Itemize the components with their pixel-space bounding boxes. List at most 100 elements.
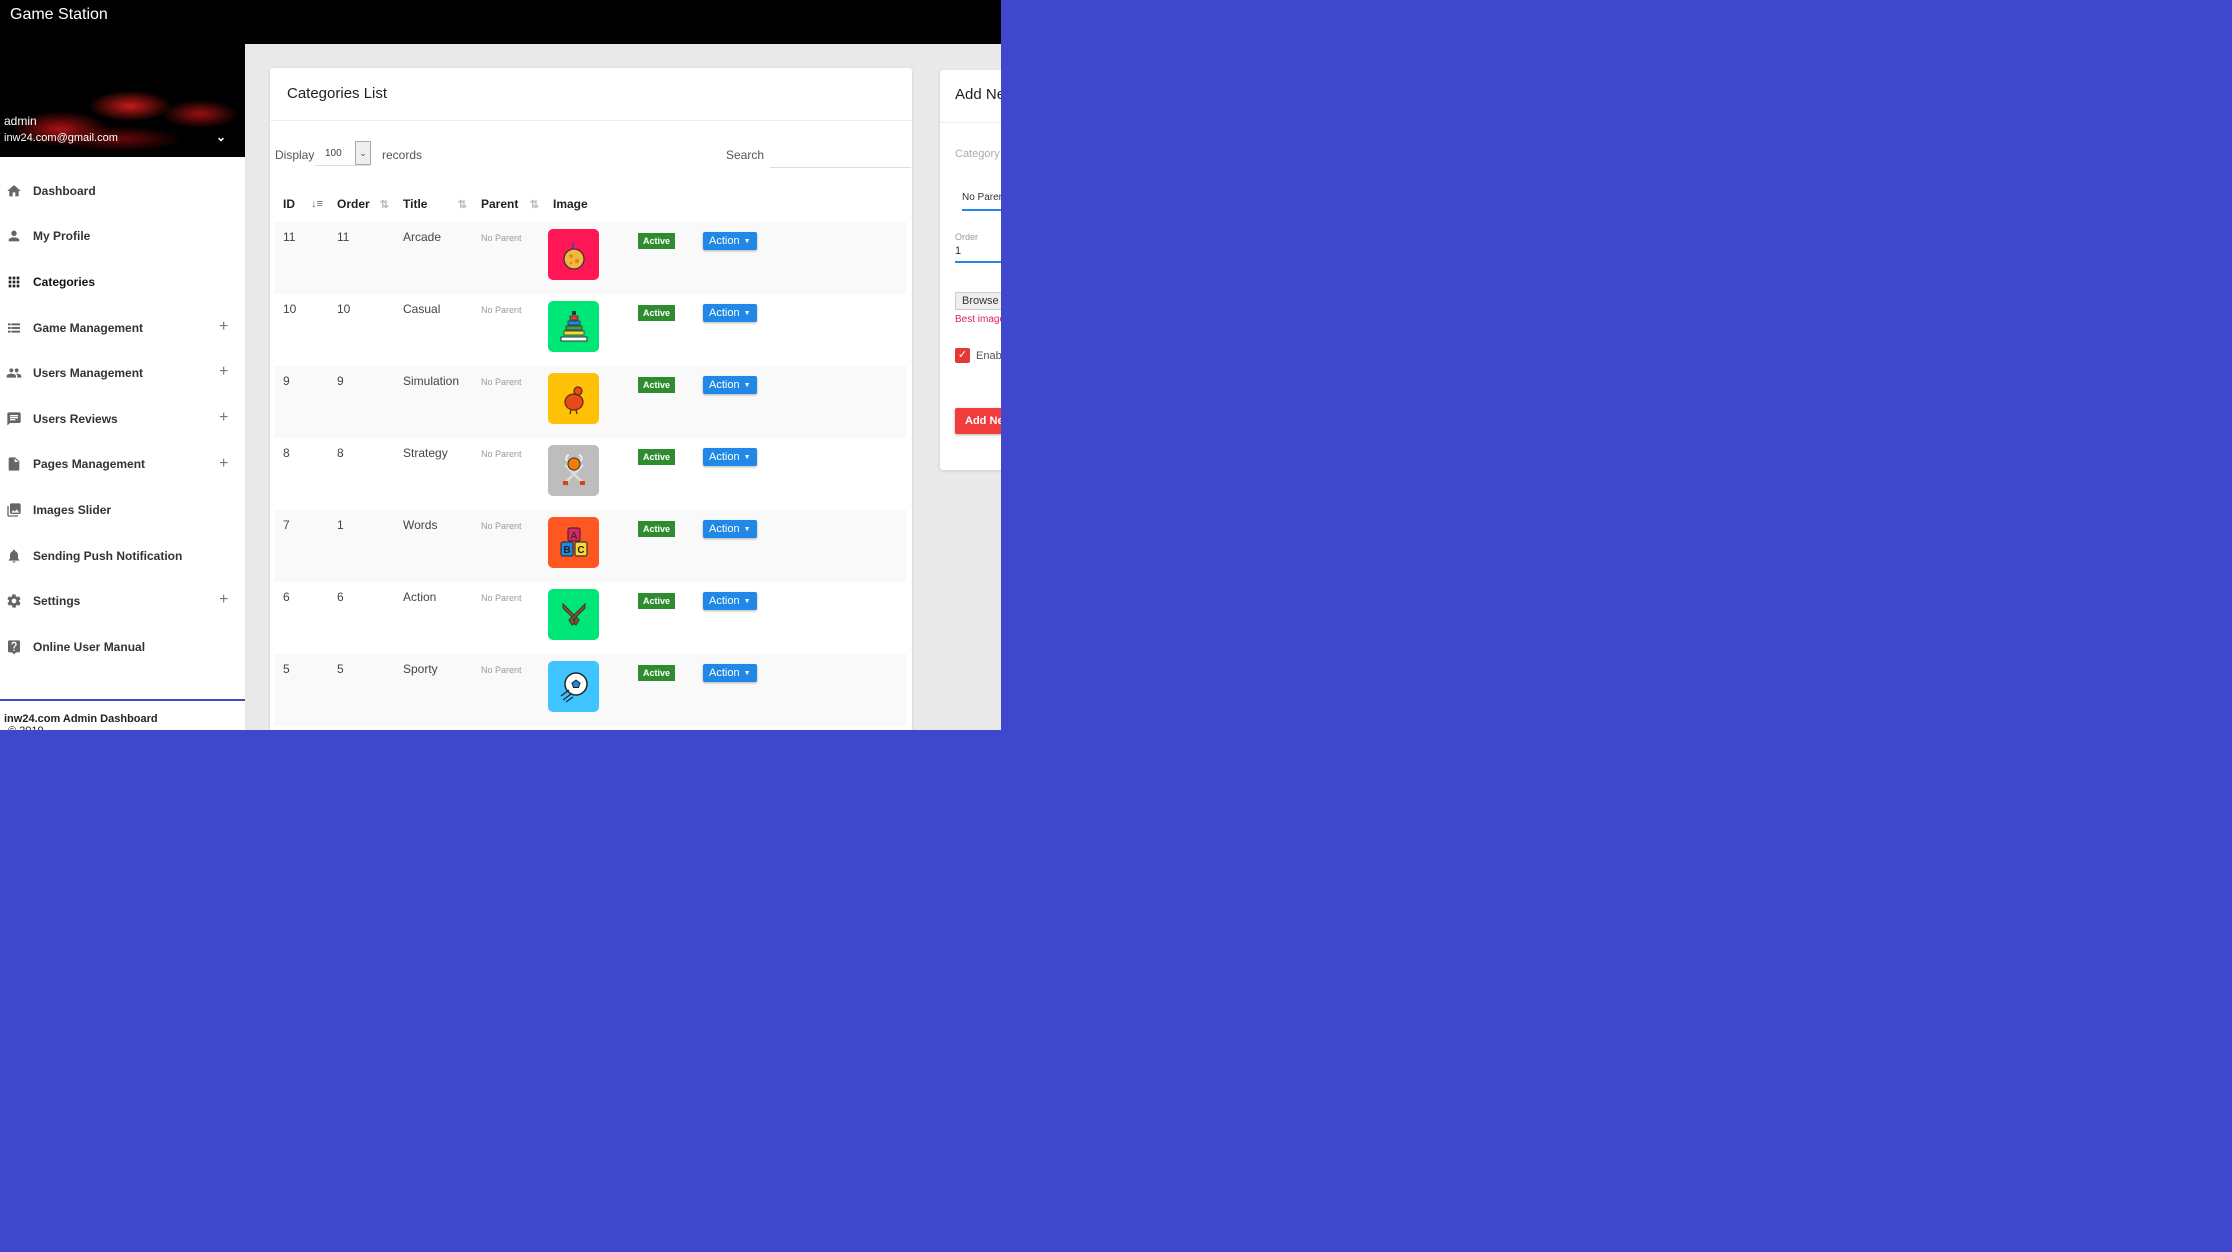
- cell-parent: No Parent: [481, 305, 522, 315]
- profile-email: inw24.com@gmail.com: [4, 132, 118, 144]
- records-label: records: [382, 148, 423, 162]
- sidebar-item-online-user-manual[interactable]: Online User Manual: [0, 624, 245, 670]
- cell-image: [545, 726, 615, 730]
- cell-order: 9: [329, 366, 395, 438]
- cell-image: ABC: [545, 510, 615, 582]
- cell-order: 11: [329, 222, 395, 294]
- col-parent[interactable]: Parent ⇅: [473, 186, 545, 222]
- action-label: Action: [709, 523, 740, 535]
- sidebar-item-my-profile[interactable]: My Profile: [0, 214, 245, 260]
- cell-status: Active: [615, 582, 685, 654]
- col-id[interactable]: ID ↓≡: [275, 186, 329, 222]
- cell-parent: No Parent: [473, 654, 545, 726]
- category-name-input[interactable]: Category: [955, 148, 1000, 160]
- sidebar-item-label: My Profile: [33, 229, 91, 244]
- table-row: 7 1 Words No Parent A B C Active Action ▼: [275, 510, 907, 582]
- cell-image: [545, 294, 615, 366]
- cell-id: 5: [275, 654, 329, 726]
- action-dropdown-button[interactable]: Action ▼: [703, 448, 757, 466]
- cell-id: 4: [275, 726, 329, 730]
- cell-parent: No Parent: [473, 366, 545, 438]
- cell-title: Intellectual: [395, 726, 473, 730]
- plus-icon[interactable]: +: [219, 318, 228, 336]
- action-dropdown-button[interactable]: Action ▼: [703, 520, 757, 538]
- divider: [940, 122, 1001, 123]
- profile-header: admin inw24.com@gmail.com ⌄: [0, 44, 245, 157]
- sidebar-item-game-management[interactable]: Game Management +: [0, 305, 245, 351]
- col-order[interactable]: Order ⇅: [329, 186, 395, 222]
- browse-button[interactable]: Browse: [955, 292, 1001, 310]
- action-dropdown-button[interactable]: Action ▼: [703, 592, 757, 610]
- parent-select[interactable]: No Parent: [962, 192, 1001, 211]
- sidebar-item-sending-push-notification[interactable]: Sending Push Notification: [0, 533, 245, 579]
- caret-down-icon: ▼: [743, 525, 751, 533]
- sidebar-item-pages-management[interactable]: Pages Management +: [0, 442, 245, 488]
- plus-icon[interactable]: +: [219, 455, 228, 473]
- gear-icon: [6, 593, 22, 609]
- footer-copyright: © 2019: [8, 725, 44, 730]
- bell-icon: [6, 548, 22, 564]
- footer-brand: inw24.com Admin Dashboard: [4, 713, 158, 725]
- abc-blocks-icon: ABC: [548, 517, 599, 568]
- plus-icon[interactable]: +: [219, 591, 228, 609]
- table-controls: Display 100 ⌄ records Search: [270, 138, 912, 170]
- cell-order: 5: [329, 654, 395, 726]
- sidebar-item-users-reviews[interactable]: Users Reviews +: [0, 396, 245, 442]
- plus-icon[interactable]: +: [219, 363, 228, 381]
- action-dropdown-button[interactable]: Action ▼: [703, 232, 757, 250]
- col-title[interactable]: Title ⇅: [395, 186, 473, 222]
- sidebar-item-users-management[interactable]: Users Management +: [0, 350, 245, 396]
- status-badge: Active: [638, 233, 676, 249]
- cell-action: Action▼: [685, 222, 907, 294]
- cell-order: 6: [337, 590, 344, 604]
- cell-status: Active: [615, 294, 685, 366]
- help-icon: [6, 639, 22, 655]
- action-dropdown-button[interactable]: Action ▼: [703, 376, 757, 394]
- image-hint: Best image: [955, 314, 1001, 325]
- search-input[interactable]: [770, 143, 911, 168]
- sidebar-item-categories[interactable]: Categories: [0, 259, 245, 305]
- cell-order: 1: [329, 510, 395, 582]
- table-row: 6 6 Action No Parent Active Action ▼: [275, 582, 907, 654]
- cell-action: Action▼: [685, 366, 907, 438]
- chevron-down-icon[interactable]: ⌄: [216, 130, 226, 144]
- action-dropdown-button[interactable]: Action ▼: [703, 304, 757, 322]
- records-per-page-select[interactable]: 100 ⌄: [315, 141, 371, 166]
- sidebar-item-images-slider[interactable]: Images Slider: [0, 487, 245, 533]
- cell-action: Action▼: [685, 654, 907, 726]
- sidebar-item-label: Users Reviews: [33, 411, 118, 426]
- add-category-panel: Add New Category Category No Parent Orde…: [940, 70, 1001, 470]
- person-icon: [6, 228, 22, 244]
- cell-order: 10: [337, 302, 351, 316]
- cell-title: Strategy: [403, 446, 448, 460]
- status-badge: Active: [638, 377, 676, 393]
- app-window: Game Station admin inw24.com@gmail.com ⌄…: [0, 0, 1001, 730]
- action-dropdown-button[interactable]: Action ▼: [703, 664, 757, 682]
- plus-icon[interactable]: +: [219, 409, 228, 427]
- sidebar-item-label: Categories: [33, 274, 96, 289]
- order-input[interactable]: 1: [955, 245, 1001, 263]
- enable-checkbox[interactable]: ✓: [955, 348, 970, 363]
- table-row: 11 11 Arcade No Parent Active Action ▼: [275, 222, 907, 294]
- cell-id: 6: [283, 590, 290, 604]
- status-badge: Active: [638, 305, 676, 321]
- grid-icon: [6, 274, 22, 290]
- caret-down-icon: ▼: [743, 597, 751, 605]
- cell-id: 7: [275, 510, 329, 582]
- cell-id: 11: [275, 222, 329, 294]
- status-badge: Active: [638, 521, 676, 537]
- caret-down-icon: ▼: [743, 453, 751, 461]
- caret-down-icon: ▼: [743, 309, 751, 317]
- order-label: Order: [955, 232, 979, 242]
- sidebar-item-settings[interactable]: Settings +: [0, 578, 245, 624]
- cell-image: [545, 654, 615, 726]
- cell-id: 10: [283, 302, 297, 316]
- cell-action: Action▼: [685, 510, 907, 582]
- cell-action: Action▼: [685, 294, 907, 366]
- sidebar-item-label: Online User Manual: [33, 639, 146, 654]
- add-new-button[interactable]: Add New: [955, 408, 1001, 434]
- col-action: [685, 186, 907, 222]
- sidebar-item-dashboard[interactable]: Dashboard: [0, 168, 245, 214]
- sort-icon: ⇅: [457, 199, 467, 211]
- records-per-page-value: 100: [325, 148, 342, 159]
